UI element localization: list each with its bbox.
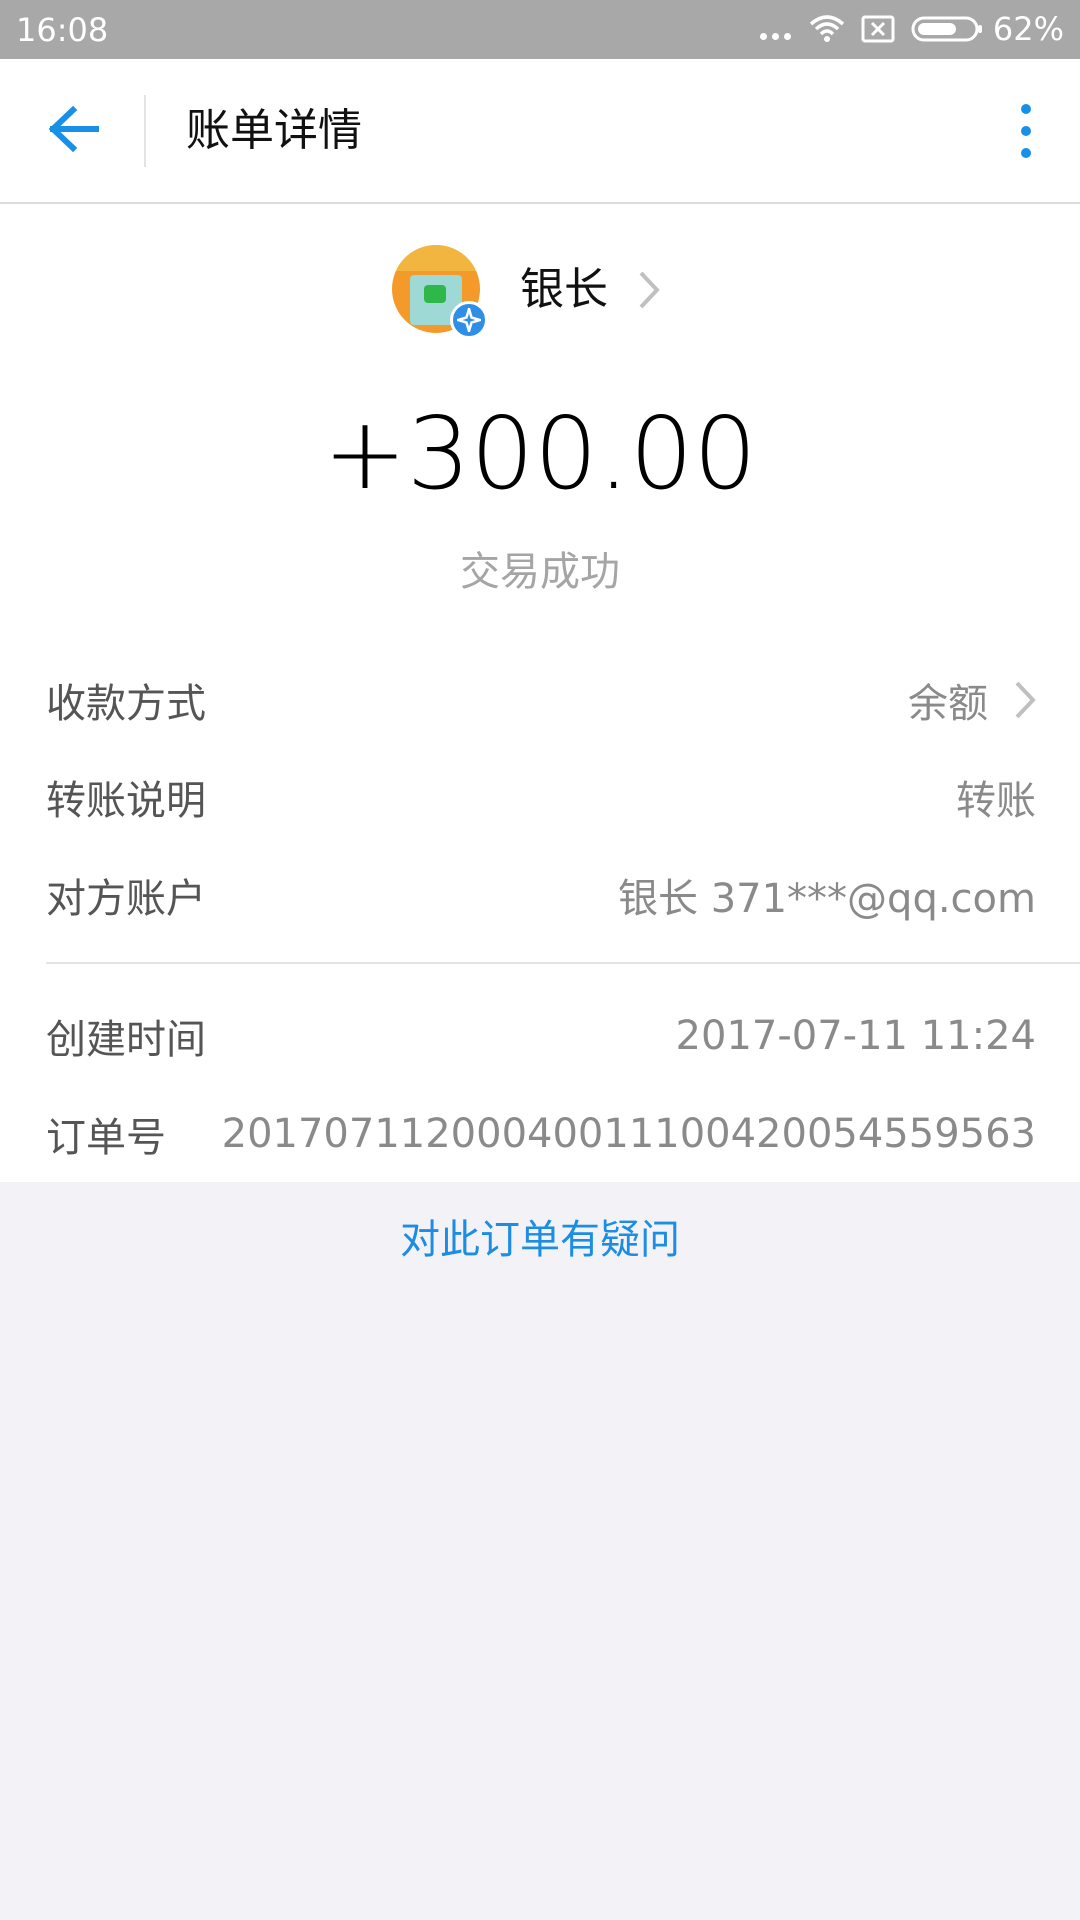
detail-row-payment-method[interactable]: 收款方式 余额 [46,660,1036,740]
more-dots-icon [759,32,791,40]
section-divider [46,962,1080,964]
avatar [392,245,488,339]
bill-detail-panel: 银长 +300.00 交易成功 收款方式 余额 转账说明 转账 对方账户 银长 … [0,204,1080,1182]
detail-value: 银长 371***@qq.com [618,876,1036,922]
star-badge-icon [450,301,488,339]
detail-label: 对方账户 [46,876,206,922]
chevron-right-icon [1014,680,1036,720]
more-options-button[interactable] [996,96,1056,166]
payee-name: 银长 [520,264,608,315]
meta-label: 创建时间 [46,1017,206,1063]
transaction-status: 交易成功 [460,549,620,595]
chevron-right-icon [638,270,660,310]
meta-value: 20170711200040011100420054559563 [221,1111,1036,1157]
detail-row-counterparty-account: 对方账户 银长 371***@qq.com [46,855,1036,935]
more-vertical-icon [1021,104,1031,114]
back-button[interactable] [28,96,118,166]
payee-link[interactable]: 银长 [392,242,660,339]
wifi-icon [809,14,845,44]
meta-row-order-number: 订单号 20170711200040011100420054559563 [46,1094,1036,1174]
detail-value: 余额 [908,681,988,727]
meta-label: 订单号 [46,1115,166,1161]
status-time: 16:08 [16,11,109,49]
order-question-link[interactable]: 对此订单有疑问 [0,1208,1080,1272]
page-title: 账单详情 [186,105,362,156]
detail-label: 收款方式 [46,681,206,727]
no-sim-icon [861,15,895,43]
battery-percent: 62% [992,10,1064,48]
arrow-left-icon [47,105,100,156]
status-icons: 62% [759,9,1064,49]
transaction-amount: +300.00 [323,395,757,512]
meta-row-created-time: 创建时间 2017-07-11 11:24 [46,996,1036,1076]
header-divider [144,95,146,167]
app-header: 账单详情 [0,59,1080,204]
detail-value: 转账 [956,778,1036,824]
detail-row-transfer-note: 转账说明 转账 [46,757,1036,837]
battery-icon [911,15,983,43]
detail-label: 转账说明 [46,778,206,824]
meta-value: 2017-07-11 11:24 [675,1013,1036,1059]
status-bar: 16:08 62% [0,0,1080,59]
